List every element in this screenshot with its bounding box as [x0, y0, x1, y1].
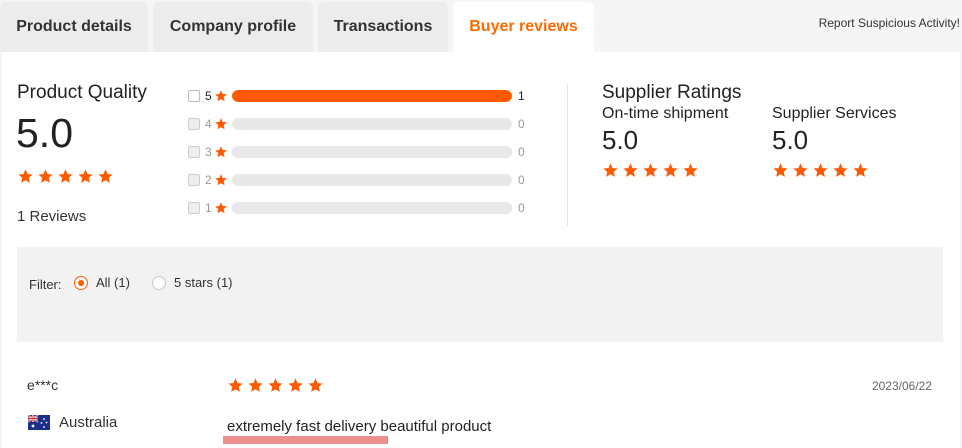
- star-icon: [78, 169, 93, 183]
- on-time-shipment-score: 5.0: [602, 125, 639, 155]
- rating-bar-track: [232, 90, 512, 102]
- star-icon: [663, 163, 678, 177]
- star-icon: [215, 90, 227, 102]
- rating-bar-track: [232, 146, 512, 158]
- rating-bar-row-3[interactable]: 30: [188, 144, 525, 160]
- rating-bar-row-1[interactable]: 10: [188, 200, 525, 216]
- text-highlight-underline: [223, 436, 388, 444]
- filter-all-label: All (1): [96, 275, 130, 290]
- tab-buyer-reviews[interactable]: Buyer reviews: [453, 2, 594, 52]
- star-icon: [248, 378, 263, 392]
- tab-bar: Product details Company profile Transact…: [0, 0, 962, 52]
- radio-icon[interactable]: [152, 275, 166, 290]
- supplier-ratings-title: Supplier Ratings: [602, 82, 742, 103]
- rating-star-number: 3: [205, 145, 212, 159]
- star-icon: [268, 378, 283, 392]
- star-icon: [623, 163, 638, 177]
- filter-5-stars-label: 5 stars (1): [174, 275, 233, 290]
- report-suspicious-link[interactable]: Report Suspicious Activity!: [819, 16, 960, 30]
- filter-all-option[interactable]: All (1): [74, 275, 130, 290]
- rating-bar-count: 1: [518, 89, 525, 103]
- star-icon: [813, 163, 828, 177]
- tab-transactions[interactable]: Transactions: [318, 2, 448, 52]
- tab-company-profile[interactable]: Company profile: [153, 2, 313, 52]
- rating-bar-track: [232, 202, 512, 214]
- rating-star-number: 5: [205, 89, 212, 103]
- rating-bar-row-5[interactable]: 51: [188, 88, 525, 104]
- rating-bar-count: 0: [518, 117, 525, 131]
- star-icon: [683, 163, 698, 177]
- section-divider: [567, 84, 568, 226]
- star-icon: [833, 163, 848, 177]
- supplier-services-label: Supplier Services: [772, 105, 897, 122]
- on-time-shipment-stars: [602, 162, 699, 179]
- australia-flag-icon: [28, 415, 50, 430]
- reviews-panel: Product Quality 5.0 1 Reviews 5140302010…: [2, 52, 960, 448]
- star-icon: [215, 118, 227, 130]
- star-icon: [643, 163, 658, 177]
- rating-bar-row-4[interactable]: 40: [188, 116, 525, 132]
- product-quality-title: Product Quality: [17, 82, 147, 103]
- product-quality-score: 5.0: [16, 110, 73, 156]
- rating-bar-count: 0: [518, 201, 525, 215]
- star-icon: [308, 378, 323, 392]
- review-date: 2023/06/22: [871, 379, 932, 393]
- product-quality-stars: [17, 168, 114, 185]
- star-icon: [215, 174, 227, 186]
- star-icon: [215, 202, 227, 214]
- rating-star-number: 4: [205, 117, 212, 131]
- rating-star-number: 2: [205, 173, 212, 187]
- star-icon: [288, 378, 303, 392]
- rating-checkbox[interactable]: [188, 146, 200, 158]
- star-icon: [773, 163, 788, 177]
- rating-checkbox[interactable]: [188, 202, 200, 214]
- rating-checkbox[interactable]: [188, 90, 200, 102]
- star-icon: [98, 169, 113, 183]
- rating-bar-fill: [232, 90, 512, 102]
- radio-icon-selected[interactable]: [74, 275, 88, 290]
- rating-bar-track: [232, 118, 512, 130]
- rating-bar-count: 0: [518, 145, 525, 159]
- supplier-services-stars: [772, 162, 869, 179]
- star-icon: [793, 163, 808, 177]
- reviewer-country: Australia: [59, 414, 118, 431]
- filter-box: Filter: All (1) 5 stars (1): [17, 247, 943, 342]
- rating-star-number: 1: [205, 201, 212, 215]
- rating-checkbox[interactable]: [188, 118, 200, 130]
- supplier-services-score: 5.0: [772, 125, 809, 155]
- rating-checkbox[interactable]: [188, 174, 200, 186]
- star-icon: [18, 169, 33, 183]
- rating-bar-count: 0: [518, 173, 525, 187]
- star-icon: [38, 169, 53, 183]
- star-icon: [228, 378, 243, 392]
- review-stars: [227, 377, 324, 394]
- rating-bar-row-2[interactable]: 20: [188, 172, 525, 188]
- tab-product-details[interactable]: Product details: [0, 2, 148, 52]
- filter-label: Filter:: [29, 277, 62, 292]
- reviews-count: 1 Reviews: [17, 208, 87, 225]
- review-text: extremely fast delivery beautiful produc…: [227, 418, 492, 435]
- filter-5-stars-option[interactable]: 5 stars (1): [152, 275, 233, 290]
- reviewer-name: e***c: [27, 377, 59, 393]
- star-icon: [215, 146, 227, 158]
- star-icon: [603, 163, 618, 177]
- star-icon: [58, 169, 73, 183]
- star-icon: [853, 163, 868, 177]
- on-time-shipment-label: On-time shipment: [602, 105, 729, 122]
- rating-bar-track: [232, 174, 512, 186]
